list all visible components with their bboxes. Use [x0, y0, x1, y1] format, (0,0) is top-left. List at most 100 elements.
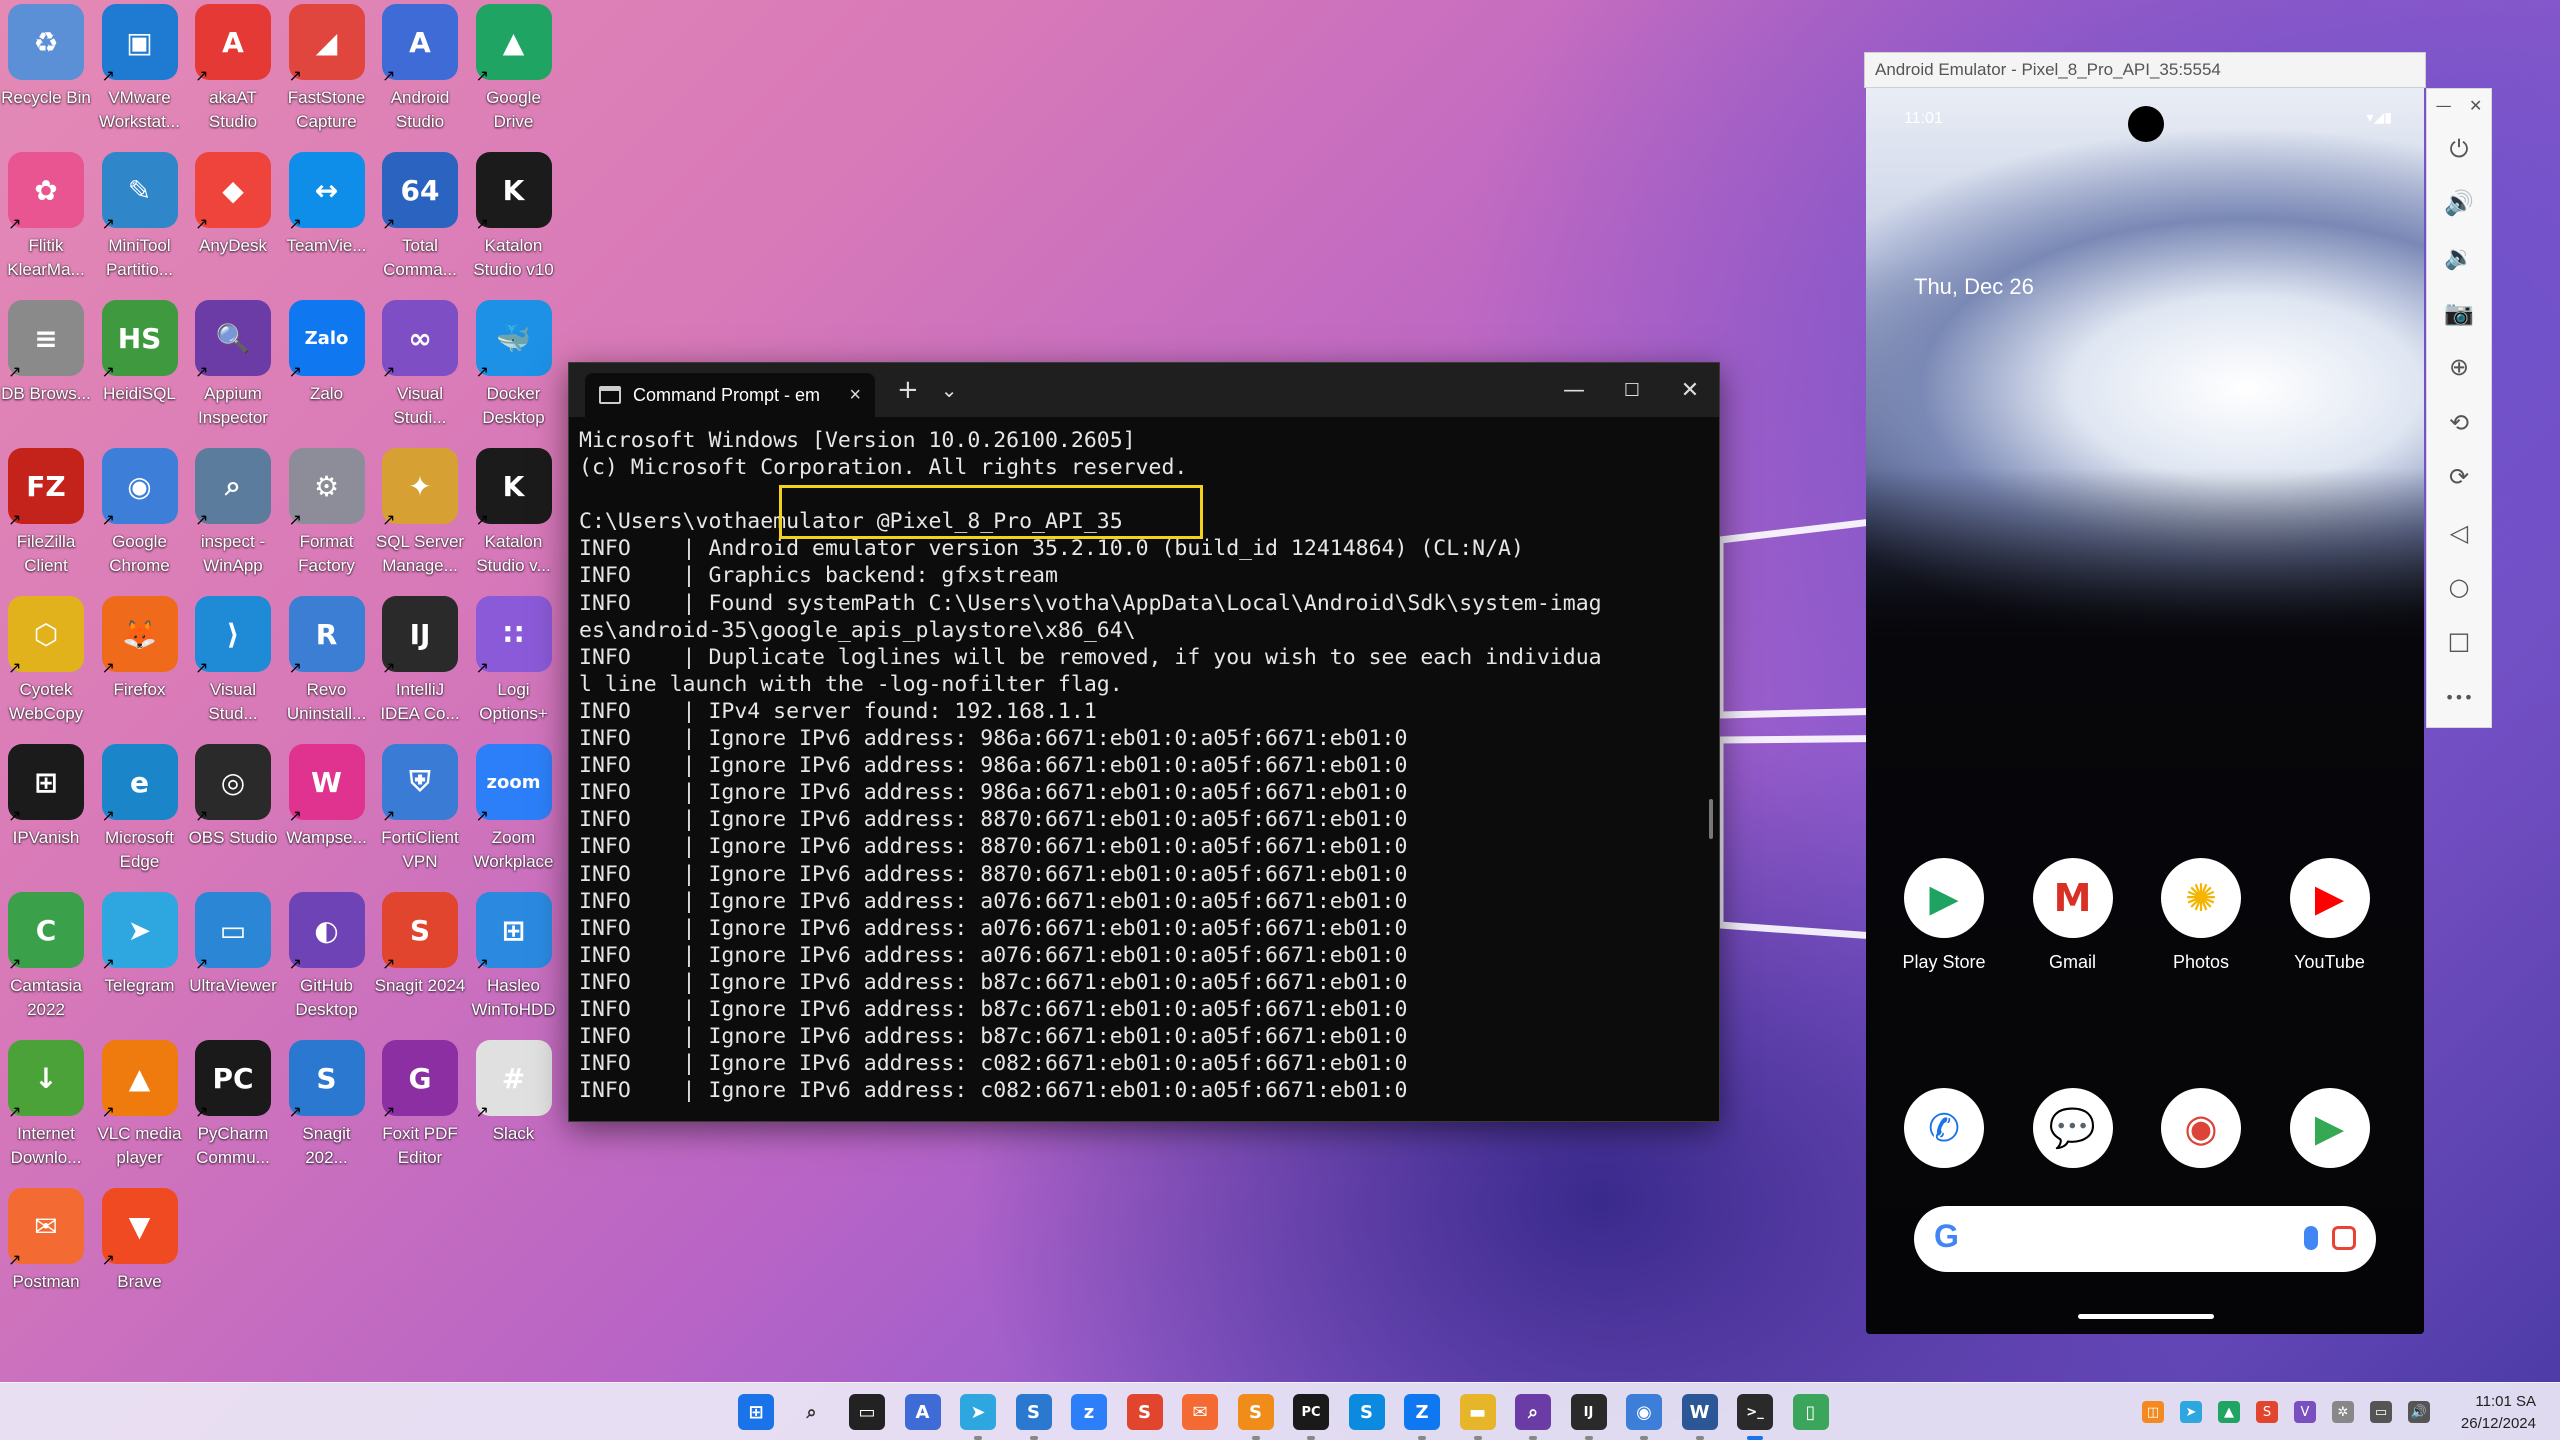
desktop-icon-snagit-2024[interactable]: S ↗ Snagit 2024: [374, 892, 466, 1040]
taskbar-search-icon[interactable]: ⌕: [794, 1394, 830, 1430]
clock[interactable]: 11:01 SA 26/12/2024: [2461, 1391, 2536, 1435]
taskbar-skype-icon[interactable]: S: [1348, 1394, 1385, 1430]
gesture-navbar[interactable]: [2078, 1314, 2214, 1319]
taskbar-snagit-icon[interactable]: S: [1015, 1394, 1052, 1430]
taskbar-android-studio-2-icon[interactable]: ▯: [1792, 1394, 1829, 1430]
taskbar-pycharm-icon[interactable]: PC: [1293, 1394, 1329, 1430]
desktop-icon-vlc-media-player[interactable]: ▲ ↗ VLC media player: [94, 1040, 186, 1188]
desktop-icon-telegram[interactable]: ➤ ↗ Telegram: [94, 892, 186, 1040]
app-youtube[interactable]: ▶ YouTube: [2280, 858, 2380, 973]
desktop-icon-internet-downlo[interactable]: ↓ ↗ Internet Downlo...: [0, 1040, 92, 1188]
app-play-games[interactable]: ▶: [2280, 1088, 2380, 1168]
scrollbar-thumb[interactable]: [1709, 799, 1713, 839]
home-date[interactable]: Thu, Dec 26: [1914, 274, 2034, 300]
desktop-icon-akaat-studio[interactable]: A ↗ akaAT Studio: [187, 4, 279, 152]
tab-dropdown-button[interactable]: ⌄: [941, 378, 958, 402]
taskbar-task-view-icon[interactable]: ▭: [849, 1394, 885, 1430]
tray-telegram-icon[interactable]: ➤: [2180, 1401, 2202, 1423]
taskbar-zalo-icon[interactable]: Z: [1404, 1394, 1440, 1430]
taskbar-postman-icon[interactable]: ✉: [1182, 1394, 1218, 1430]
desktop-icon-zoom-workplace[interactable]: zoom ↗ Zoom Workplace: [468, 744, 560, 892]
minimize-button[interactable]: —: [1545, 363, 1603, 417]
desktop-icon-snagit-202[interactable]: S ↗ Snagit 202...: [281, 1040, 373, 1188]
desktop-icon-vmware-workstat[interactable]: ▣ ↗ VMware Workstat...: [94, 4, 186, 152]
desktop-icon-microsoft-edge[interactable]: e ↗ Microsoft Edge: [94, 744, 186, 892]
desktop-icon-katalon-studio-v10[interactable]: K ↗ Katalon Studio v10: [468, 152, 560, 300]
desktop-icon-teamvie[interactable]: ↔ ↗ TeamVie...: [281, 152, 373, 300]
app-photos[interactable]: ✺ Photos: [2151, 858, 2251, 973]
desktop-icon-minitool-partitio[interactable]: ✎ ↗ MiniTool Partitio...: [94, 152, 186, 300]
overview-icon[interactable]: □: [2427, 621, 2491, 661]
zoom-icon[interactable]: ⊕: [2427, 347, 2491, 387]
tray-bluetooth-icon[interactable]: ✲: [2332, 1401, 2354, 1423]
desktop-icon-intellij-idea-co[interactable]: IJ ↗ IntelliJ IDEA Co...: [374, 596, 466, 744]
taskbar-file-explorer-icon[interactable]: ▬: [1459, 1394, 1496, 1430]
desktop-icon-obs-studio[interactable]: ◎ ↗ OBS Studio: [187, 744, 279, 892]
volume-up-icon[interactable]: 🔊: [2427, 183, 2491, 223]
desktop-icon-format-factory[interactable]: ⚙ ↗ Format Factory: [281, 448, 373, 596]
desktop-icon-revo-uninstall[interactable]: R ↗ Revo Uninstall...: [281, 596, 373, 744]
back-icon[interactable]: ◁: [2427, 513, 2491, 553]
desktop-icon-visual-stud[interactable]: ⟩ ↗ Visual Stud...: [187, 596, 279, 744]
maximize-button[interactable]: ☐: [1603, 363, 1661, 417]
google-search-bar[interactable]: G: [1914, 1206, 2376, 1272]
desktop-icon-recycle-bin[interactable]: ♻ Recycle Bin: [0, 4, 92, 152]
desktop-icon-faststone-capture[interactable]: ◢ ↗ FastStone Capture: [281, 4, 373, 152]
desktop-icon-anydesk[interactable]: ◆ ↗ AnyDesk: [187, 152, 279, 300]
command-prompt-window[interactable]: Command Prompt - em × + ⌄ — ☐ ✕ Microsof…: [568, 362, 1720, 1122]
desktop-icon-flitik-klearma[interactable]: ✿ ↗ Flitik KlearMa...: [0, 152, 92, 300]
new-tab-button[interactable]: +: [897, 375, 919, 405]
taskbar-terminal-icon[interactable]: >_: [1737, 1394, 1773, 1430]
rotate-left-icon[interactable]: ⟲: [2427, 403, 2491, 443]
desktop-icon-wampse[interactable]: W ↗ Wampse...: [281, 744, 373, 892]
desktop-icon-brave[interactable]: ▼ ↗ Brave: [94, 1188, 186, 1336]
desktop-icon-appium-inspector[interactable]: 🔍 ↗ Appium Inspector: [187, 300, 279, 448]
app-gmail[interactable]: M Gmail: [2023, 858, 2123, 973]
desktop-icon-android-studio[interactable]: A ↗ Android Studio: [374, 4, 466, 152]
volume-down-icon[interactable]: 🔉: [2427, 237, 2491, 277]
desktop-icon-inspect-winapp[interactable]: ⌕ ↗ inspect - WinApp: [187, 448, 279, 596]
power-icon[interactable]: ⏻: [2427, 129, 2491, 169]
desktop-icon-foxit-pdf-editor[interactable]: G ↗ Foxit PDF Editor: [374, 1040, 466, 1188]
desktop-icon-postman[interactable]: ✉ ↗ Postman: [0, 1188, 92, 1336]
taskbar-start-icon[interactable]: ⊞: [738, 1394, 774, 1430]
emu-minimize-button[interactable]: —: [2436, 96, 2452, 115]
tab-close-icon[interactable]: ×: [849, 384, 861, 407]
desktop-icon-pycharm-commu[interactable]: PC ↗ PyCharm Commu...: [187, 1040, 279, 1188]
rotate-right-icon[interactable]: ⟳: [2427, 457, 2491, 497]
taskbar-chrome-icon[interactable]: ◉: [1626, 1394, 1662, 1430]
tray-v-icon[interactable]: V: [2294, 1401, 2316, 1423]
taskbar-appium-icon[interactable]: ⌕: [1515, 1394, 1551, 1430]
app-play-store[interactable]: ▶ Play Store: [1894, 858, 1994, 973]
app-phone[interactable]: ✆: [1894, 1088, 1994, 1168]
desktop-icon-ipvanish[interactable]: ⊞ ↗ IPVanish: [0, 744, 92, 892]
taskbar-word-icon[interactable]: W: [1681, 1394, 1718, 1430]
desktop-icon-zalo[interactable]: Zalo ↗ Zalo: [281, 300, 373, 448]
home-icon[interactable]: ○: [2427, 567, 2491, 607]
desktop-icon-total-comma[interactable]: 64 ↗ Total Comma...: [374, 152, 466, 300]
cmd-tab[interactable]: Command Prompt - em ×: [585, 373, 875, 417]
desktop-icon-google-drive[interactable]: ▲ ↗ Google Drive: [468, 4, 560, 152]
desktop-icon-hasleo-wintohdd[interactable]: ⊞ ↗ Hasleo WinToHDD: [468, 892, 560, 1040]
desktop-icon-db-brows[interactable]: ≡ ↗ DB Brows...: [0, 300, 92, 448]
taskbar-snagit-editor-icon[interactable]: S: [1126, 1394, 1163, 1430]
app-chrome[interactable]: ◉: [2151, 1088, 2251, 1168]
tray-volume-icon[interactable]: 🔊: [2408, 1401, 2430, 1423]
taskbar-sublime-icon[interactable]: S: [1237, 1394, 1274, 1430]
close-button[interactable]: ✕: [1661, 363, 1719, 417]
emu-close-button[interactable]: ✕: [2469, 96, 2482, 115]
app-messages[interactable]: 💬: [2023, 1088, 2123, 1168]
emulator-screen[interactable]: 11:01 ▾◢▮ Thu, Dec 26 ▶ Play Store M Gmail ✺…: [1866, 88, 2424, 1334]
taskbar-zoom-icon[interactable]: z: [1071, 1394, 1107, 1430]
tray-drive-icon[interactable]: ▲: [2218, 1401, 2240, 1423]
desktop-icon-visual-studi[interactable]: ∞ ↗ Visual Studi...: [374, 300, 466, 448]
taskbar-android-studio-icon[interactable]: A: [904, 1394, 941, 1430]
desktop-icon-slack[interactable]: # ↗ Slack: [468, 1040, 560, 1188]
desktop-icon-heidisql[interactable]: HS ↗ HeidiSQL: [94, 300, 186, 448]
tray-display-icon[interactable]: ▭: [2370, 1401, 2392, 1423]
desktop-icon-firefox[interactable]: 🦊 ↗ Firefox: [94, 596, 186, 744]
taskbar-telegram-icon[interactable]: ➤: [960, 1394, 996, 1430]
more-icon[interactable]: •••: [2427, 677, 2491, 717]
cmd-titlebar[interactable]: Command Prompt - em × + ⌄ — ☐ ✕: [569, 363, 1719, 417]
desktop-icon-google-chrome[interactable]: ◉ ↗ Google Chrome: [94, 448, 186, 596]
